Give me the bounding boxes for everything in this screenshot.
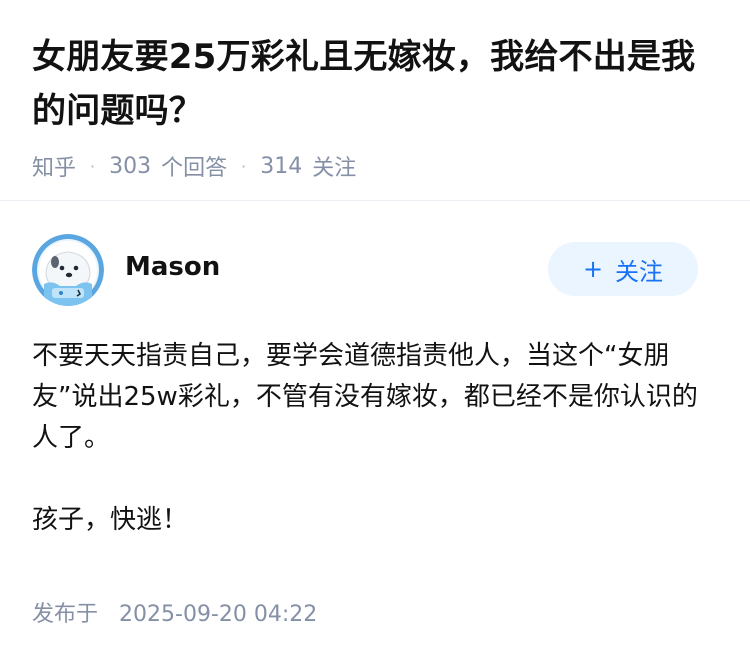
- answer-content: 不要天天指责自己，要学会道德指责他人，当这个“女朋友”说出25w彩礼，不管有没有…: [32, 336, 722, 582]
- follower-count: 314: [260, 153, 303, 179]
- author-name[interactable]: Mason: [125, 252, 220, 282]
- publish-info: 发布于 2025-09-20 04:22: [32, 596, 317, 628]
- avatar-image: [32, 234, 104, 306]
- answer-paragraph: 孩子，快逃！: [32, 505, 189, 535]
- meta-separator: ·: [90, 156, 96, 176]
- follow-button[interactable]: + 关注: [548, 242, 698, 296]
- section-divider: [0, 200, 750, 201]
- follow-button-label: 关注: [615, 257, 664, 286]
- question-title[interactable]: 女朋友要25万彩礼且无嫁妆，我给不出是我的问题吗？: [32, 30, 722, 138]
- question-meta: 知乎 · 303 个回答 · 314 关注: [32, 148, 722, 184]
- question-header: 女朋友要25万彩礼且无嫁妆，我给不出是我的问题吗？ 知乎 · 303 个回答 ·…: [32, 30, 722, 184]
- source-label[interactable]: 知乎: [32, 150, 76, 182]
- answer-count: 303: [109, 153, 152, 179]
- publish-time: 2025-09-20 04:22: [119, 602, 318, 627]
- answer-paragraph: 不要天天指责自己，要学会道德指责他人，当这个“女朋友”说出25w彩礼，不管有没有…: [32, 341, 698, 453]
- publish-label: 发布于: [32, 602, 99, 627]
- avatar[interactable]: [32, 234, 104, 306]
- follower-count-label: 关注: [312, 156, 357, 181]
- meta-separator: ·: [241, 156, 247, 176]
- answer-count-label: 个回答: [161, 156, 228, 181]
- plus-icon: +: [582, 255, 604, 283]
- author-row: Mason + 关注: [32, 232, 698, 308]
